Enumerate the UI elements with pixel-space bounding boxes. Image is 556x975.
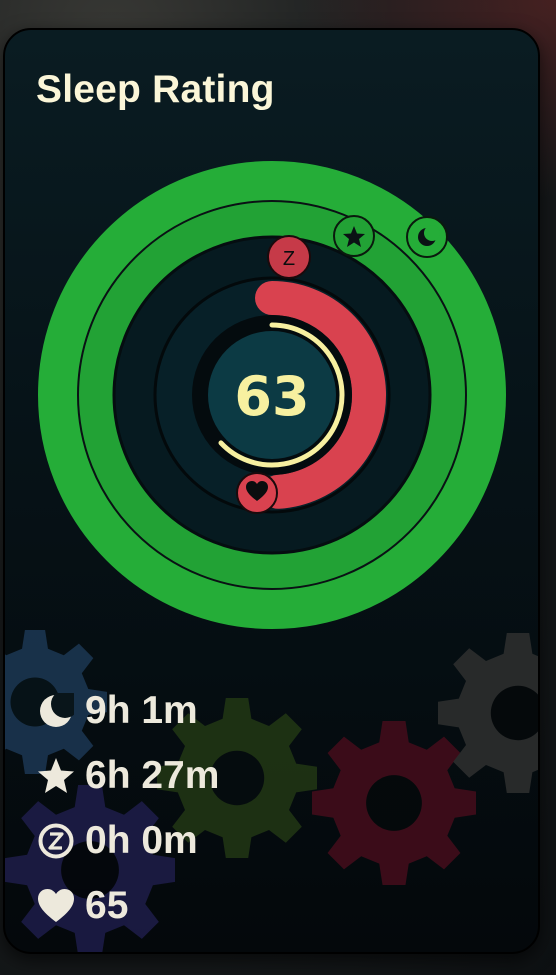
- sleep-z-icon: Z: [283, 248, 295, 270]
- stat-value-sleep-time: 6h 27m: [85, 753, 220, 797]
- score-value: 63: [234, 365, 309, 428]
- heart-icon: [35, 885, 77, 927]
- inner-ring-z-badge: Z: [267, 235, 311, 279]
- sleep-z-icon: [35, 820, 77, 862]
- stat-value-heart-rate: 65: [85, 883, 129, 927]
- stat-row-deep-sleep: 0h 0m: [35, 808, 219, 873]
- middle-ring-star-badge: [333, 215, 375, 257]
- star-icon: [35, 755, 77, 797]
- moon-icon: [35, 690, 77, 732]
- outer-ring-moon-badge: [406, 216, 448, 258]
- inner-ring-heart-badge: [236, 472, 278, 514]
- sleep-rating-card[interactable]: Sleep Rating 63 Z 9h 1m 6h 27m 0h 0m 65: [3, 28, 540, 954]
- stat-value-time-in-bed: 9h 1m: [85, 688, 198, 732]
- stat-value-deep-sleep: 0h 0m: [85, 818, 198, 862]
- stat-row-sleep-time: 6h 27m: [35, 743, 219, 808]
- stat-row-heart-rate: 65: [35, 873, 219, 938]
- stat-row-time-in-bed: 9h 1m: [35, 678, 219, 743]
- sleep-stats-list: 9h 1m 6h 27m 0h 0m 65: [35, 678, 219, 938]
